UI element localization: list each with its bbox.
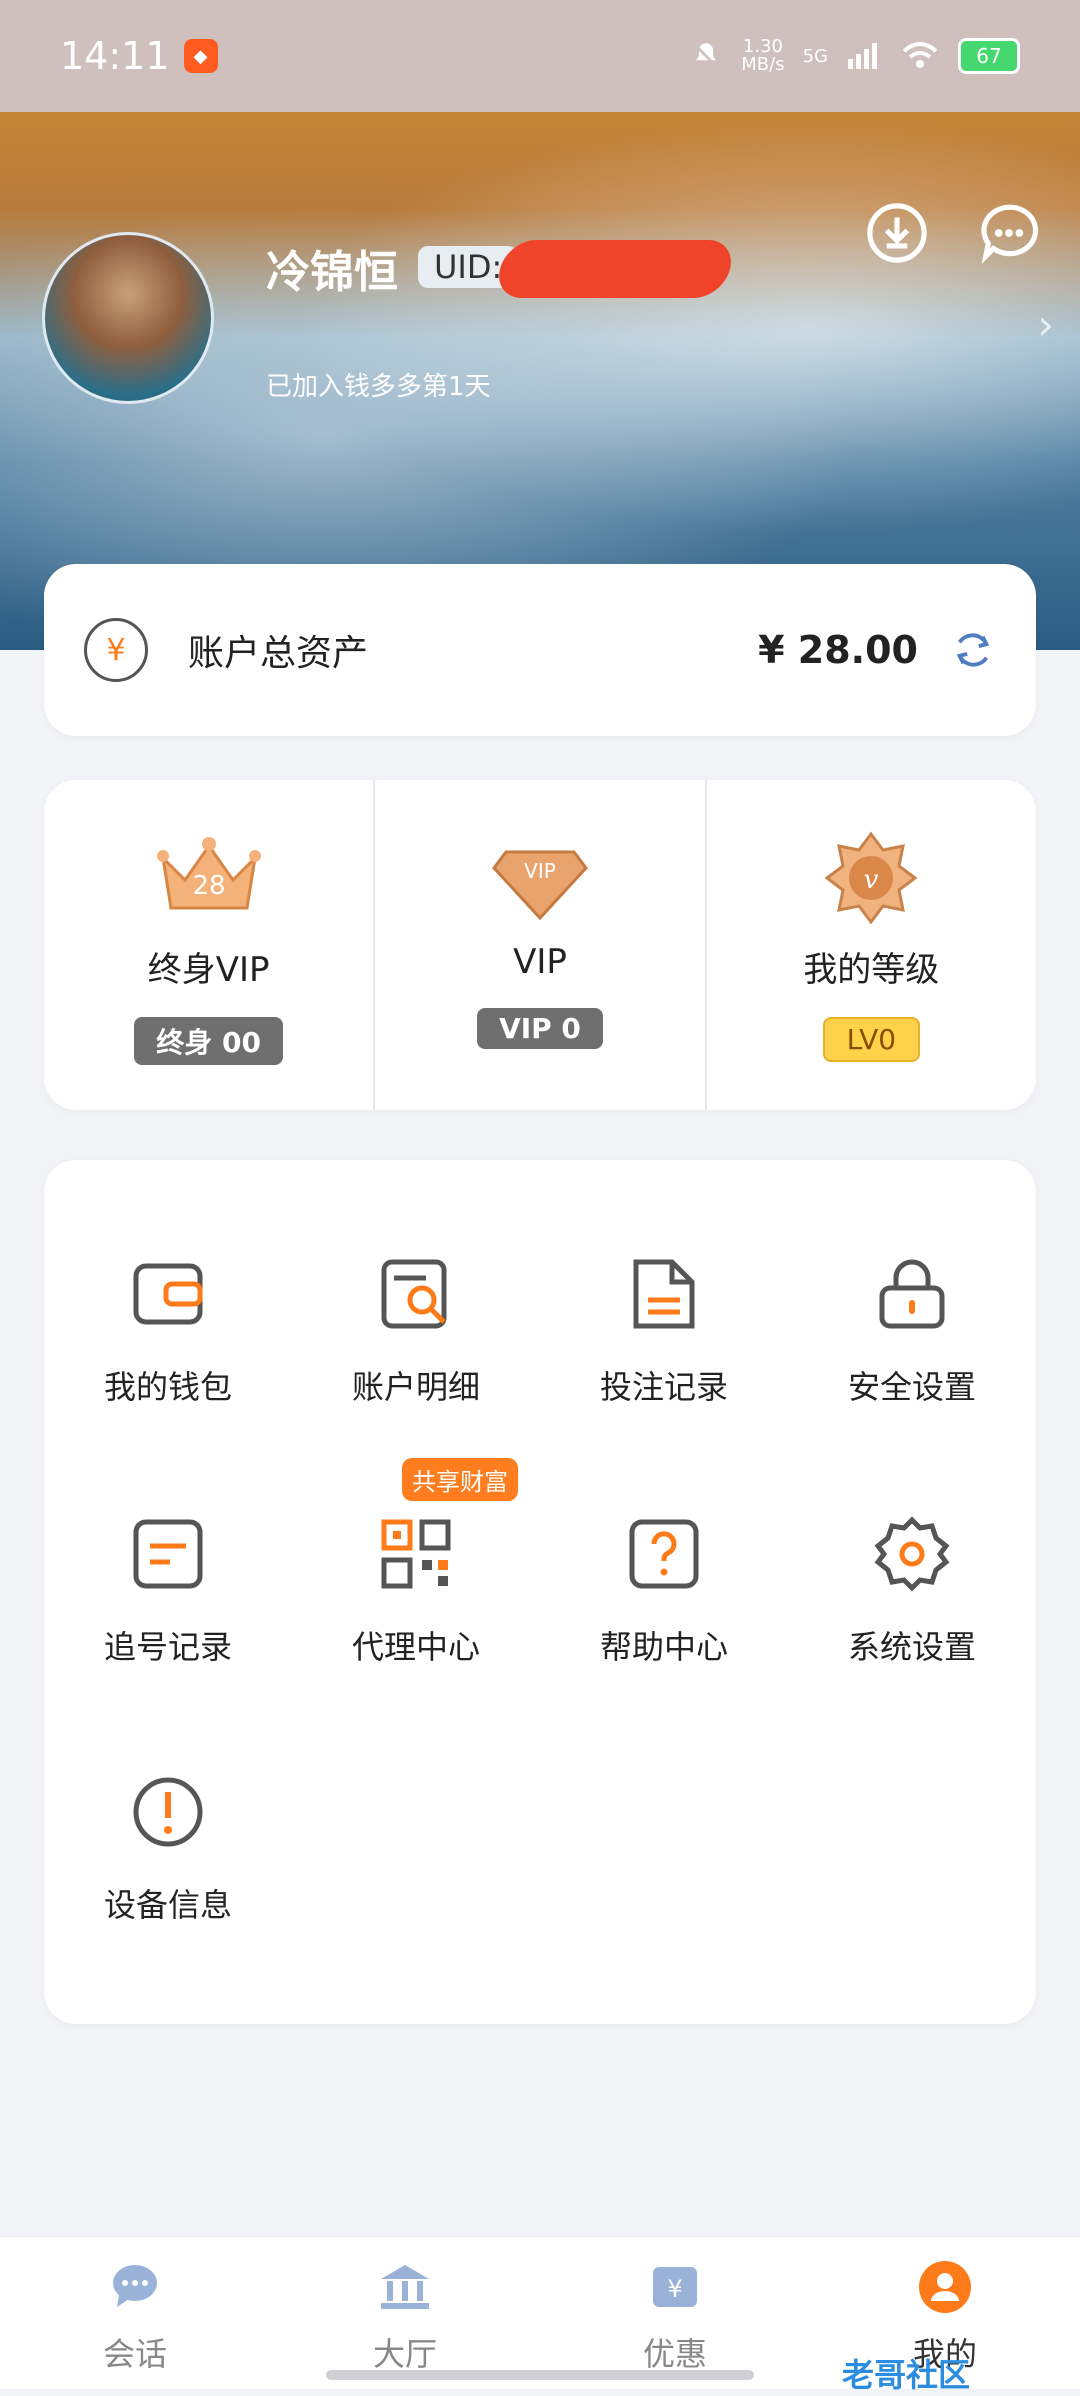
menu-item-bet-records[interactable]: 投注记录: [540, 1256, 788, 1408]
menu-item-ledger[interactable]: 账户明细: [292, 1256, 540, 1408]
vip-title: 我的等级: [803, 950, 940, 990]
chat-icon[interactable]: [978, 202, 1040, 264]
promo-tag: 共享财富: [402, 1458, 518, 1501]
menu-label: 我的钱包: [103, 1368, 232, 1406]
avatar[interactable]: [42, 232, 214, 404]
tab-label: 会话: [102, 2335, 167, 2373]
help-icon: [629, 1519, 699, 1589]
chevron-right-icon[interactable]: ›: [1037, 300, 1054, 349]
tab-hall[interactable]: 大厅: [270, 2237, 540, 2389]
menu-item-help[interactable]: 帮助中心: [540, 1516, 788, 1668]
menu-item-wallet[interactable]: 我的钱包: [44, 1256, 292, 1408]
status-bar: 14:11 ◆ 1.30 MB/s 5G 67: [0, 0, 1080, 112]
menu-card: 我的钱包 账户明细 投注记录 安全设置 追号记录 共享财富 代理中心 帮助中心 …: [44, 1160, 1036, 2024]
menu-grid: 我的钱包 账户明细 投注记录 安全设置 追号记录 共享财富 代理中心 帮助中心 …: [44, 1160, 1036, 2024]
bank-icon: [381, 2265, 429, 2309]
user-icon: [919, 2261, 971, 2313]
qr-code-icon: [381, 1519, 451, 1589]
diamond-text: VIP: [524, 859, 556, 883]
wifi-icon: [902, 42, 938, 68]
info-alert-icon: [133, 1777, 203, 1847]
assets-amount: ¥ 28.00: [758, 628, 918, 672]
lock-icon: [879, 1259, 945, 1329]
assets-label: 账户总资产: [188, 633, 369, 674]
battery-level: 67: [976, 44, 1002, 68]
refresh-icon[interactable]: [950, 627, 996, 673]
menu-label: 安全设置: [847, 1368, 976, 1406]
tab-label: 优惠: [642, 2335, 707, 2373]
menu-label: 投注记录: [599, 1368, 728, 1406]
status-time: 14:11: [60, 34, 170, 78]
vip-title: VIP: [513, 942, 567, 982]
list-box-icon: [133, 1519, 203, 1589]
svg-text:¥: ¥: [667, 2275, 682, 2303]
menu-label: 系统设置: [847, 1628, 976, 1666]
gear-icon: [874, 1516, 950, 1592]
vip-badge: 终身 00: [134, 1017, 284, 1065]
wallet-icon: [133, 1263, 203, 1325]
menu-item-device-info[interactable]: 设备信息: [44, 1774, 292, 1926]
coupon-icon: ¥: [653, 2267, 697, 2307]
status-left: 14:11 ◆: [60, 34, 218, 78]
watermark-logo: 老哥社区: [842, 2356, 971, 2394]
vip-title: 终身VIP: [147, 950, 270, 990]
menu-item-agent-center[interactable]: 共享财富 代理中心: [292, 1458, 540, 1668]
home-indicator[interactable]: [326, 2370, 754, 2380]
tab-offers[interactable]: ¥ 优惠: [540, 2237, 810, 2389]
vip-card: 28 终身VIP 终身 00 VIP VIP VIP 0 v 我的等级 LV0: [44, 780, 1036, 1110]
status-right: 1.30 MB/s 5G 67: [689, 38, 1020, 74]
network-speed: 1.30 MB/s: [741, 36, 785, 75]
vip-item-level[interactable]: v 我的等级 LV0: [704, 780, 1036, 1110]
app-badge-icon: ◆: [183, 39, 218, 73]
uid-redaction: [492, 240, 738, 298]
username: 冷锦恒: [266, 247, 398, 298]
document-icon: [633, 1259, 695, 1329]
level-badge: LV0: [822, 1017, 921, 1062]
menu-label: 帮助中心: [599, 1628, 728, 1666]
vip-item-vip[interactable]: VIP VIP VIP 0: [373, 780, 704, 1110]
battery-icon: 67: [958, 38, 1020, 74]
header-actions: [866, 202, 1040, 264]
chat-bubble-icon: [113, 2265, 157, 2307]
menu-item-chase-records[interactable]: 追号记录: [44, 1516, 292, 1668]
mute-icon: [693, 43, 719, 69]
yen-icon: ¥: [84, 618, 148, 682]
menu-item-system-settings[interactable]: 系统设置: [788, 1516, 1036, 1668]
diamond-vip-icon: VIP: [492, 850, 588, 921]
tab-label: 大厅: [372, 2335, 437, 2373]
menu-label: 账户明细: [351, 1368, 480, 1406]
menu-label: 设备信息: [103, 1886, 232, 1924]
menu-item-security[interactable]: 安全设置: [788, 1256, 1036, 1408]
level-badge-icon: v: [824, 831, 918, 924]
vip-badge: VIP 0: [477, 1008, 603, 1049]
crown-icon: 28: [156, 837, 261, 910]
assets-card[interactable]: ¥ 账户总资产 ¥ 28.00: [44, 564, 1036, 736]
level-text: v: [864, 865, 879, 895]
joined-text: 已加入钱多多第1天: [266, 372, 491, 402]
network-type: 5G: [802, 45, 828, 67]
signal-icon: [848, 43, 877, 69]
tab-chat[interactable]: 会话: [0, 2237, 270, 2389]
download-icon[interactable]: [866, 202, 928, 264]
menu-label: 代理中心: [351, 1628, 480, 1666]
ledger-search-icon: [381, 1259, 447, 1329]
vip-item-lifetime[interactable]: 28 终身VIP 终身 00: [44, 780, 373, 1110]
crown-text: 28: [192, 871, 225, 901]
menu-label: 追号记录: [103, 1628, 232, 1666]
